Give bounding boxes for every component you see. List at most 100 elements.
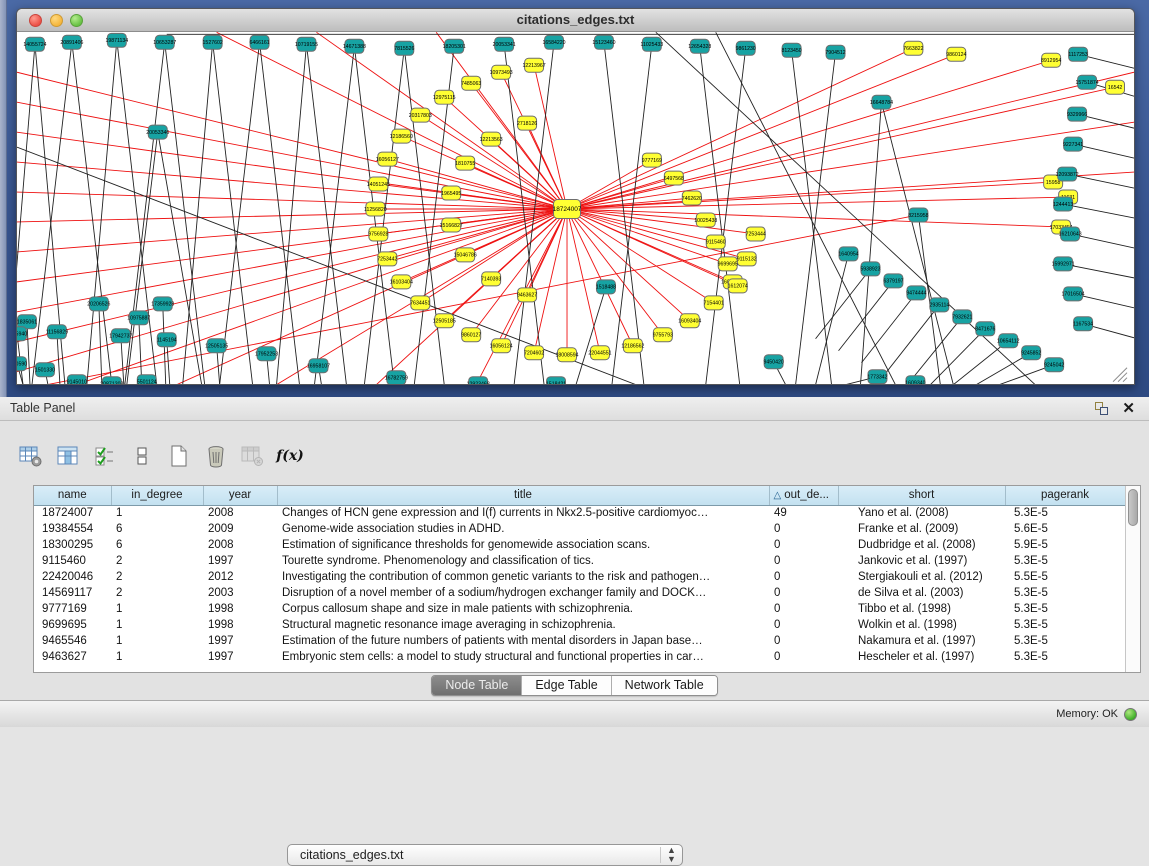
table-cell[interactable]: 1 [111, 505, 203, 521]
table-cell[interactable]: 1998 [203, 617, 277, 633]
column-header-short[interactable]: short [838, 486, 1005, 505]
table-cell[interactable]: 5.6E-5 [1005, 521, 1125, 537]
table-cell[interactable]: 5.5E-5 [1005, 569, 1125, 585]
table-cell[interactable]: 6 [111, 537, 203, 553]
table-cell[interactable]: 2012 [203, 569, 277, 585]
column-header-name[interactable]: name [34, 486, 111, 505]
graph-edge[interactable] [576, 287, 606, 385]
table-cell[interactable]: 1 [111, 617, 203, 633]
graph-edge[interactable] [217, 32, 567, 209]
table-cell[interactable]: 5.3E-5 [1005, 633, 1125, 649]
graph-edge[interactable] [99, 304, 102, 385]
table-cell[interactable]: 2003 [203, 585, 277, 601]
table-cell[interactable]: 1998 [203, 601, 277, 617]
graph-edge[interactable] [716, 32, 896, 384]
graph-edge[interactable] [816, 254, 849, 385]
table-row[interactable]: 1872400712008Changes of HCN gene express… [34, 505, 1125, 521]
table-settings-icon[interactable] [18, 443, 44, 469]
graph-edge[interactable] [213, 42, 253, 384]
tab-edge-table[interactable]: Edge Table [522, 676, 611, 695]
minimize-window-icon[interactable] [50, 14, 63, 27]
table-cell[interactable]: 9465546 [34, 633, 111, 649]
table-cell[interactable]: 1997 [203, 553, 277, 569]
table-cell[interactable]: 0 [769, 633, 838, 649]
graph-edge[interactable] [277, 44, 307, 384]
table-selector-dropdown[interactable]: citations_edges.txt ▲▼ [287, 844, 683, 866]
table-cell[interactable]: 18300295 [34, 537, 111, 553]
graph-edge[interactable] [612, 44, 652, 384]
table-cell[interactable]: 1997 [203, 649, 277, 665]
table-cell[interactable]: Tourette syndrome. Phenomenology and cla… [277, 553, 769, 569]
table-row[interactable]: 1938455462009Genome-wide association stu… [34, 521, 1125, 537]
table-cell[interactable]: 9777169 [34, 601, 111, 617]
graph-edge[interactable] [907, 317, 962, 385]
table-cell[interactable]: 5.3E-5 [1005, 649, 1125, 665]
table-cell[interactable]: Stergiakouli et al. (2012) [838, 569, 1005, 585]
table-cell[interactable]: 0 [769, 585, 838, 601]
table-cell[interactable]: 0 [769, 537, 838, 553]
table-cell[interactable]: Hescheler et al. (1997) [838, 649, 1005, 665]
table-cell[interactable]: 5.3E-5 [1005, 553, 1125, 569]
table-cell[interactable]: 0 [769, 569, 838, 585]
close-panel-icon[interactable]: ✕ [1122, 400, 1135, 418]
graph-edge[interactable] [17, 162, 567, 209]
table-cell[interactable]: 9115460 [34, 553, 111, 569]
table-cell[interactable]: 0 [769, 601, 838, 617]
table-row[interactable]: 946362711997Embryonic stem cells: a mode… [34, 649, 1125, 665]
graph-edge[interactable] [260, 42, 300, 384]
graph-edge[interactable] [953, 341, 1008, 385]
table-row[interactable]: 1456911722003Disruption of a novel membe… [34, 585, 1125, 601]
table-cell[interactable]: 2 [111, 553, 203, 569]
network-canvas[interactable]: 1872400712213967109734937485063129751152… [17, 32, 1134, 385]
table-cell[interactable]: 14569117 [34, 585, 111, 601]
table-cell[interactable]: 5.9E-5 [1005, 537, 1125, 553]
graph-edge[interactable] [567, 48, 913, 209]
graph-edge[interactable] [567, 209, 714, 303]
table-cell[interactable]: Genome-wide association studies in ADHD. [277, 521, 769, 537]
table-cell[interactable]: Nakamura et al. (1997) [838, 633, 1005, 649]
select-rows-icon[interactable] [92, 443, 118, 469]
graph-edge[interactable] [839, 281, 894, 351]
graph-edge[interactable] [860, 102, 881, 384]
table-cell[interactable]: 2008 [203, 505, 277, 521]
table-cell[interactable]: 9463627 [34, 649, 111, 665]
graph-edge[interactable] [314, 46, 354, 384]
delete-table-icon[interactable] [203, 443, 229, 469]
network-view-window[interactable]: citations_edges.txt 18724007122139671097… [16, 8, 1135, 385]
table-cell[interactable]: 2 [111, 585, 203, 601]
table-row[interactable]: 2242004622012Investigating the contribut… [34, 569, 1125, 585]
table-cell[interactable]: 5.3E-5 [1005, 601, 1125, 617]
graph-edge[interactable] [47, 215, 918, 385]
function-builder-icon[interactable]: f(x) [277, 443, 303, 469]
window-titlebar[interactable]: citations_edges.txt [17, 9, 1134, 32]
graph-edge[interactable] [27, 322, 30, 385]
table-cell[interactable]: Jankovic et al. (1997) [838, 553, 1005, 569]
table-cell[interactable]: 1997 [203, 633, 277, 649]
table-cell[interactable]: 0 [769, 617, 838, 633]
table-cell[interactable]: 2009 [203, 521, 277, 537]
column-header-title[interactable]: title [277, 486, 769, 505]
resize-grip[interactable] [1113, 368, 1127, 382]
table-cell[interactable]: Corpus callosum shape and size in male p… [277, 601, 769, 617]
table-cell[interactable]: Wolkin et al. (1998) [838, 617, 1005, 633]
table-cell[interactable]: 0 [769, 521, 838, 537]
table-cell[interactable]: 2 [111, 569, 203, 585]
table-cell[interactable]: Embryonic stem cells: a model to study s… [277, 649, 769, 665]
table-cell[interactable]: Yano et al. (2008) [838, 505, 1005, 521]
zoom-window-icon[interactable] [70, 14, 83, 27]
graph-edge[interactable] [1063, 204, 1134, 218]
graph-edge[interactable] [436, 32, 567, 209]
table-cell[interactable]: 1 [111, 633, 203, 649]
table-cell[interactable]: Disruption of a novel member of a sodium… [277, 585, 769, 601]
new-table-icon[interactable] [166, 443, 192, 469]
table-cell[interactable]: 22420046 [34, 569, 111, 585]
table-cell[interactable]: Estimation of significance thresholds fo… [277, 537, 769, 553]
graph-edge[interactable] [884, 305, 939, 375]
table-cell[interactable]: Estimation of the future numbers of pati… [277, 633, 769, 649]
table-cell[interactable]: Tibbo et al. (1998) [838, 601, 1005, 617]
graph-edge[interactable] [57, 332, 60, 385]
table-row[interactable]: 911546021997Tourette syndrome. Phenomeno… [34, 553, 1125, 569]
graph-edge[interactable] [567, 60, 1051, 209]
table-grid-area[interactable]: namein_degreeyeartitle△out_de...shortpag… [34, 486, 1125, 672]
table-cell[interactable]: 6 [111, 521, 203, 537]
